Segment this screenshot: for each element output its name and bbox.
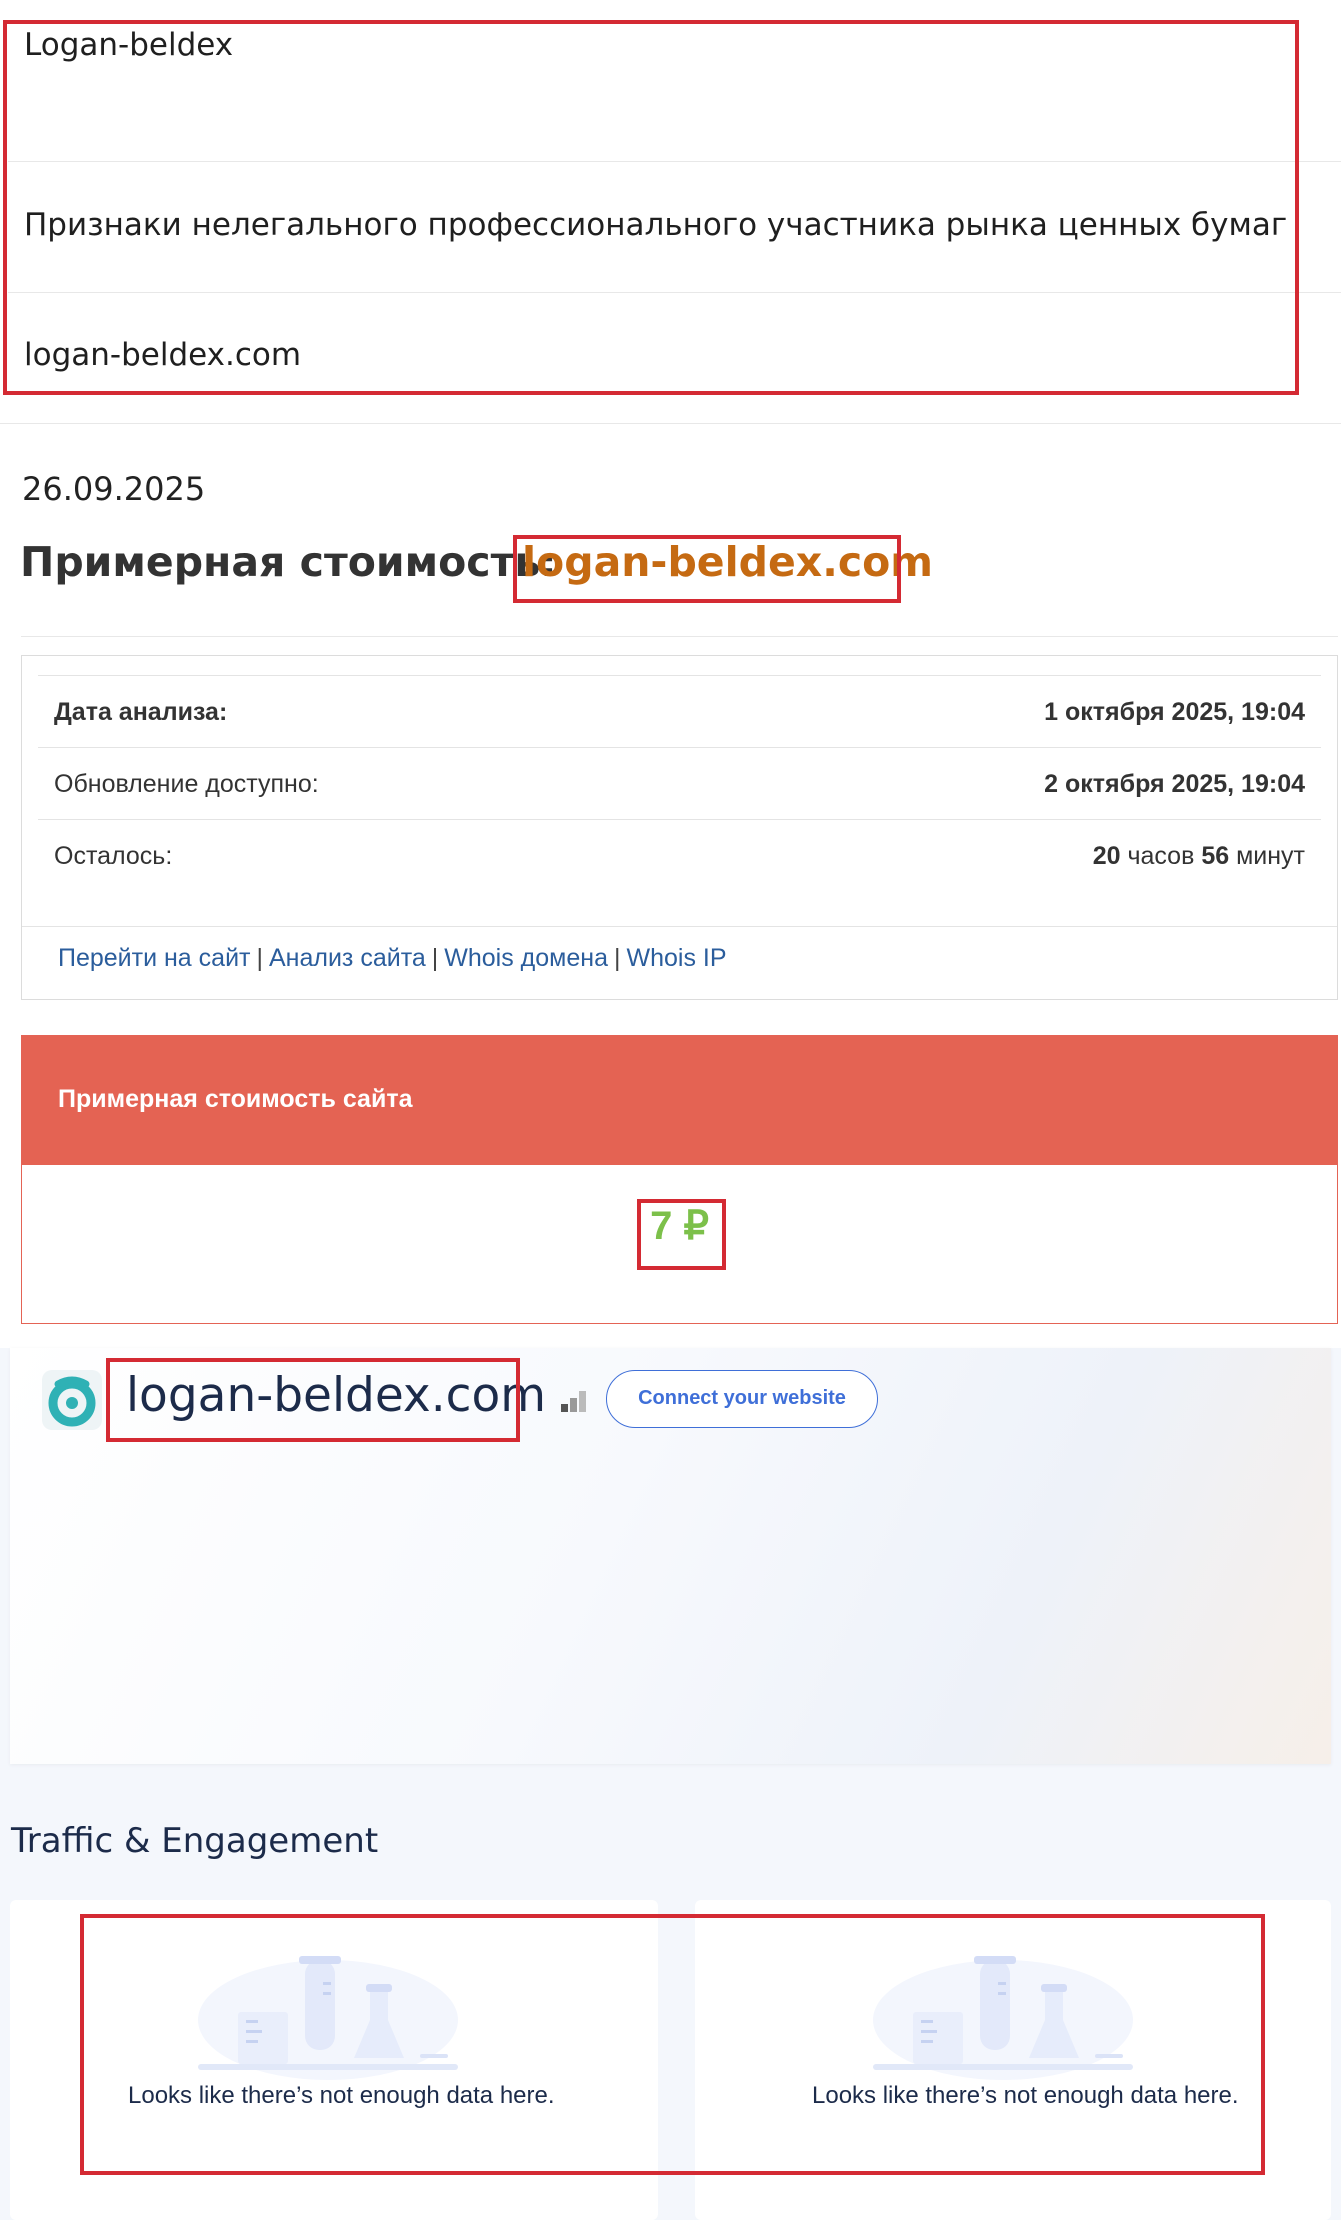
row-value: 20 часов 56 минут — [1093, 842, 1305, 871]
category-text: Признаки нелегального профессионального … — [24, 207, 1288, 243]
row-label: Осталось: — [54, 842, 173, 870]
row-update-available: Обновление доступно: 2 октября 2025, 19:… — [38, 748, 1321, 819]
empty-data-illustration-icon — [198, 1950, 458, 2084]
site-value-header: Примерная стоимость сайта — [22, 1036, 1337, 1165]
link-separator: | — [613, 944, 621, 972]
row-divider — [22, 926, 1337, 927]
row-label: Обновление доступно: — [54, 770, 319, 798]
traffic-engagement-title: Traffic & Engagement — [11, 1821, 379, 1861]
empty-data-illustration-icon — [873, 1950, 1133, 2084]
analysis-card: Дата анализа: 1 октября 2025, 19:04 Обно… — [21, 655, 1338, 1000]
cost-domain: logan-beldex.com — [522, 538, 934, 586]
site-overview-card: logan-beldex.com Connect your website — [10, 1348, 1331, 1764]
link-whois-ip[interactable]: Whois IP — [626, 944, 726, 972]
traffic-section: logan-beldex.com Connect your website Tr… — [0, 1348, 1341, 2220]
divider — [8, 161, 1341, 162]
minutes-value: 56 — [1201, 842, 1230, 870]
link-separator: | — [256, 944, 263, 972]
row-label: Дата анализа: — [54, 698, 228, 726]
row-value: 1 октября 2025, 19:04 — [1044, 698, 1305, 726]
site-price: 7 ₽ — [650, 1204, 709, 1248]
hours-value: 20 — [1092, 842, 1121, 870]
hours-unit: часов — [1127, 842, 1195, 870]
traffic-card-right: Looks like there’s not enough data here. — [695, 1900, 1331, 2220]
cost-title: Примерная стоимость: — [20, 538, 557, 586]
row-remaining: Осталось: 20 часов 56 минут — [38, 820, 1321, 891]
row-value: 2 октября 2025, 19:04 — [1044, 770, 1305, 798]
row-analysis-date: Дата анализа: 1 октября 2025, 19:04 — [38, 676, 1321, 747]
rank-bars-icon — [561, 1390, 587, 1416]
link-site-analysis[interactable]: Анализ сайта — [269, 944, 426, 972]
site-text: logan-beldex.com — [24, 337, 302, 373]
minutes-unit: минут — [1236, 842, 1305, 870]
site-domain: logan-beldex.com — [126, 1368, 547, 1423]
divider — [8, 292, 1341, 293]
company-name: Logan-beldex — [24, 27, 234, 63]
empty-data-message: Looks like there’s not enough data here. — [128, 2082, 555, 2109]
site-logo-icon — [42, 1370, 102, 1430]
empty-data-message: Looks like there’s not enough data here. — [812, 2082, 1239, 2109]
site-value-card: Примерная стоимость сайта 7 ₽ — [21, 1035, 1338, 1324]
traffic-card-left: Looks like there’s not enough data here. — [10, 1900, 658, 2220]
divider — [0, 423, 1341, 424]
connect-website-button[interactable]: Connect your website — [606, 1370, 878, 1428]
link-whois-domain[interactable]: Whois домена — [444, 944, 608, 972]
links-row: Перейти на сайт | Анализ сайта | Whois домен… — [58, 944, 727, 973]
divider — [21, 636, 1338, 637]
link-go-to-site[interactable]: Перейти на сайт — [58, 944, 250, 972]
link-separator: | — [431, 944, 439, 972]
report-date: 26.09.2025 — [22, 470, 206, 508]
site-value-title: Примерная стоимость сайта — [58, 1085, 413, 1113]
